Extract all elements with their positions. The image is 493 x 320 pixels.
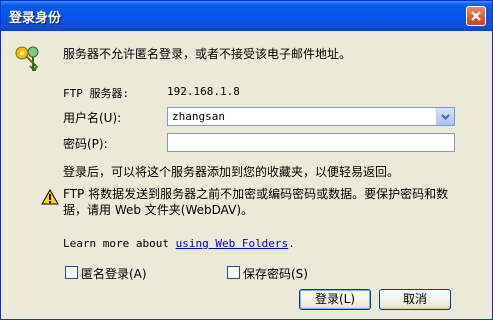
username-value: zhangsan <box>172 110 225 123</box>
keys-icon <box>13 43 43 73</box>
ftp-server-label: FTP 服务器: <box>63 85 129 101</box>
warning-line-2: 据，请用 Web 文件夹(WebDAV)。 <box>63 201 253 218</box>
cancel-button[interactable]: 取消 <box>379 289 451 310</box>
anonymous-checkbox[interactable] <box>65 266 78 279</box>
learn-more-suffix: . <box>288 237 295 250</box>
message-text: 服务器不允许匿名登录，或者不接受该电子邮件地址。 <box>63 45 351 62</box>
learn-more-text: Learn more about using Web Folders. <box>63 237 295 250</box>
warning-icon <box>41 189 59 205</box>
password-label: 密码(P): <box>63 135 108 152</box>
close-icon <box>470 10 482 22</box>
save-password-checkbox[interactable] <box>227 266 240 279</box>
learn-more-prefix: Learn more about <box>63 237 176 250</box>
ftp-server-value: 192.168.1.8 <box>167 85 240 98</box>
login-button[interactable]: 登录(L) <box>299 289 371 310</box>
username-combobox[interactable]: zhangsan <box>167 107 455 126</box>
window-title: 登录身份 <box>9 7 61 26</box>
save-password-label[interactable]: 保存密码(S) <box>243 265 308 282</box>
anonymous-label[interactable]: 匿名登录(A) <box>81 265 147 282</box>
title-bar: 登录身份 <box>1 1 492 31</box>
info-text: 登录后，可以将这个服务器添加到您的收藏夹，以便轻易返回。 <box>63 163 399 180</box>
chevron-down-icon <box>437 108 454 125</box>
password-input[interactable] <box>167 133 455 152</box>
username-dropdown-button[interactable] <box>436 108 454 125</box>
close-button[interactable] <box>466 6 486 26</box>
login-dialog: 登录身份 服务器不允许匿名登录，或者不接受该电子邮件地址。 FTP 服务器: 1… <box>0 0 493 320</box>
warning-line-1: FTP 将数据发送到服务器之前不加密或编码密码或数据。要保护密码和数 <box>63 185 448 202</box>
web-folders-link[interactable]: using Web Folders <box>176 237 289 250</box>
username-label: 用户名(U): <box>63 109 121 126</box>
